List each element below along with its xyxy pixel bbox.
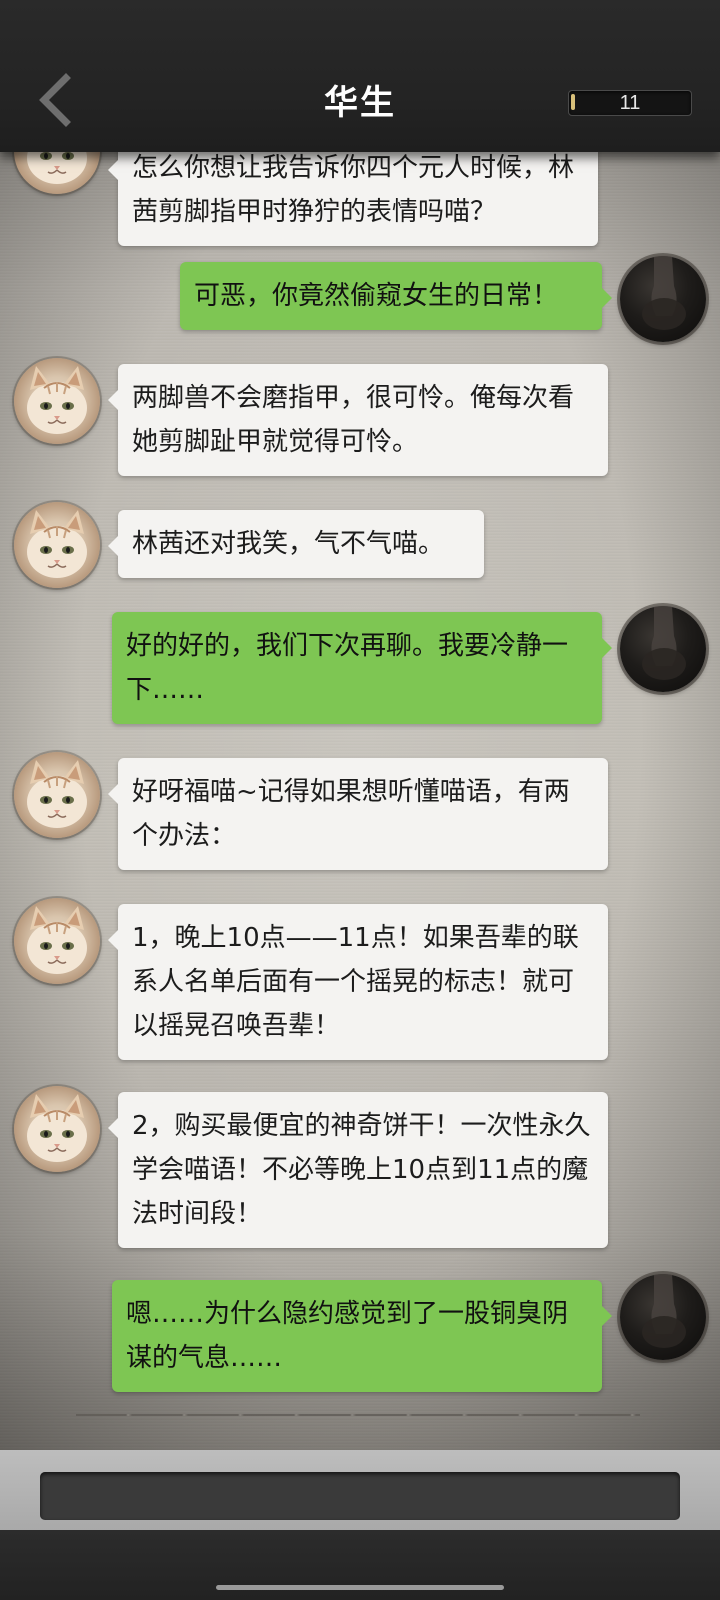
counter-value: 11 <box>619 92 641 114</box>
home-indicator[interactable] <box>216 1585 504 1590</box>
back-button[interactable] <box>28 70 88 130</box>
chevron-left-icon <box>39 73 71 127</box>
user-avatar[interactable] <box>620 606 706 692</box>
message-bubble-received[interactable]: 1，晚上10点——11点！如果吾辈的联系人名单后面有一个摇晃的标志！就可以摇晃召… <box>108 904 608 1060</box>
input-bar <box>0 1450 720 1530</box>
message-bubble-received[interactable]: 林茜还对我笑，气不气喵。 <box>108 510 484 578</box>
user-avatar[interactable] <box>620 256 706 342</box>
top-bar: 华生 11 <box>0 0 720 152</box>
cat-avatar[interactable] <box>14 502 100 588</box>
message-bubble-received[interactable]: 2，购买最便宜的神奇饼干！一次性永久学会喵语！不必等晚上10点到11点的魔法时间… <box>108 1092 608 1248</box>
divider <box>76 1414 640 1416</box>
message-input[interactable] <box>40 1472 680 1520</box>
cat-face-icon <box>27 1094 87 1162</box>
cat-avatar[interactable] <box>14 1086 100 1172</box>
page-title: 华生 <box>324 83 396 123</box>
message-bubble-sent[interactable]: 好的好的，我们下次再聊。我要冷静一下…… <box>112 612 612 724</box>
cat-face-icon <box>27 366 87 434</box>
counter-badge: 11 <box>568 90 692 116</box>
cat-face-icon <box>27 510 87 578</box>
cat-avatar[interactable] <box>14 898 100 984</box>
user-avatar-icon <box>642 1274 686 1348</box>
cat-avatar[interactable] <box>14 752 100 838</box>
user-avatar-icon <box>642 606 686 680</box>
chat-area[interactable]: 怎么你想让我告诉你四个元人时候，林茜剪脚指甲时狰狞的表情吗喵？ 可恶，你竟然偷窥… <box>0 0 720 1450</box>
cat-avatar[interactable] <box>14 358 100 444</box>
user-avatar[interactable] <box>620 1274 706 1360</box>
message-bubble-sent[interactable]: 可恶，你竟然偷窥女生的日常！ <box>180 262 612 330</box>
message-bubble-received[interactable]: 好呀福喵~记得如果想听懂喵语，有两个办法： <box>108 758 608 870</box>
user-avatar-icon <box>642 256 686 330</box>
cat-face-icon <box>27 906 87 974</box>
message-bubble-received[interactable]: 两脚兽不会磨指甲，很可怜。俺每次看她剪脚趾甲就觉得可怜。 <box>108 364 608 476</box>
cat-face-icon <box>27 760 87 828</box>
message-bubble-sent[interactable]: 嗯……为什么隐约感觉到了一股铜臭阴谋的气息…… <box>112 1280 612 1392</box>
